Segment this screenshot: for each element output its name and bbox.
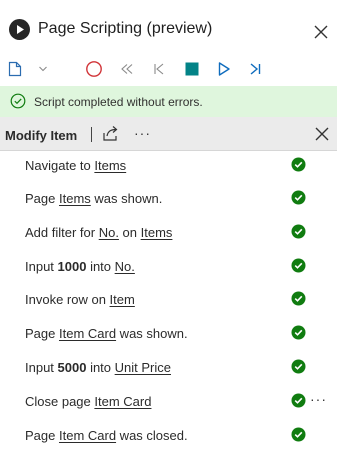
- step-row[interactable]: Input 1000 into No.: [0, 252, 337, 285]
- success-check-icon: [291, 258, 306, 273]
- step-text: was shown.: [90, 191, 163, 206]
- step-text: Page: [25, 326, 59, 341]
- step-description: Close page Item Card: [25, 394, 151, 409]
- step-description: Add filter for No. on Items: [25, 225, 172, 240]
- step-link[interactable]: Item: [110, 292, 135, 307]
- success-check-icon: [291, 325, 306, 340]
- step-row[interactable]: Page Item Card was shown.: [0, 319, 337, 352]
- title-bar: Page Scripting (preview): [0, 0, 337, 50]
- step-link[interactable]: No.: [115, 259, 135, 274]
- new-document-icon[interactable]: [4, 56, 26, 82]
- step-text: was shown.: [116, 326, 188, 341]
- share-icon[interactable]: [101, 125, 121, 143]
- step-link[interactable]: Item Card: [94, 394, 151, 409]
- more-options-icon[interactable]: ···: [134, 125, 156, 141]
- status-text: Script completed without errors.: [34, 95, 203, 109]
- step-value: 1000: [57, 259, 87, 274]
- chevron-down-icon[interactable]: [34, 56, 52, 82]
- step-row[interactable]: Page Item Card was closed.: [0, 421, 337, 451]
- step-text: Invoke row on: [25, 292, 110, 307]
- step-row[interactable]: Page Items was shown.: [0, 184, 337, 217]
- step-forward-icon[interactable]: [244, 56, 266, 82]
- play-logo-icon: [9, 19, 30, 40]
- step-link[interactable]: Item Card: [59, 326, 116, 341]
- step-row[interactable]: Add filter for No. on Items: [0, 218, 337, 251]
- divider: [91, 127, 92, 142]
- step-description: Input 5000 into Unit Price: [25, 360, 171, 375]
- step-row[interactable]: Navigate to Items: [0, 151, 337, 184]
- step-description: Page Items was shown.: [25, 191, 162, 206]
- step-link[interactable]: Items: [94, 158, 126, 173]
- step-text: Input: [25, 360, 58, 375]
- script-name[interactable]: Modify Item: [5, 128, 77, 143]
- step-description: Page Item Card was closed.: [25, 428, 188, 443]
- success-check-icon: [291, 427, 306, 442]
- step-description: Navigate to Items: [25, 158, 126, 173]
- success-check-icon: [291, 224, 306, 239]
- step-text: Close page: [25, 394, 95, 409]
- check-circle-icon: [10, 93, 26, 114]
- close-panel-button[interactable]: [313, 24, 329, 40]
- record-icon[interactable]: [83, 56, 105, 82]
- step-text: on: [118, 225, 141, 240]
- success-check-icon: [291, 393, 306, 408]
- success-check-icon: [291, 190, 306, 205]
- rewind-icon[interactable]: [116, 56, 138, 82]
- success-check-icon: [291, 291, 306, 306]
- stop-icon[interactable]: [181, 56, 203, 82]
- step-more-icon[interactable]: ···: [310, 391, 327, 407]
- step-text: Page: [25, 428, 59, 443]
- step-text: Input: [25, 259, 58, 274]
- step-link[interactable]: Items: [59, 191, 91, 206]
- step-link[interactable]: No.: [99, 225, 119, 240]
- step-description: Invoke row on Item: [25, 292, 135, 307]
- step-description: Input 1000 into No.: [25, 259, 135, 274]
- step-back-icon[interactable]: [148, 56, 170, 82]
- status-message-bar: Script completed without errors.: [0, 86, 337, 117]
- step-text: was closed.: [116, 428, 188, 443]
- step-text: into: [86, 259, 115, 274]
- close-script-button[interactable]: [314, 126, 330, 142]
- success-check-icon: [291, 157, 306, 172]
- play-icon[interactable]: [213, 56, 235, 82]
- step-row[interactable]: Invoke row on Item: [0, 285, 337, 318]
- step-row[interactable]: Input 5000 into Unit Price: [0, 353, 337, 386]
- step-value: 5000: [57, 360, 87, 375]
- success-check-icon: [291, 359, 306, 374]
- step-text: Page: [25, 191, 59, 206]
- step-text: into: [86, 360, 115, 375]
- step-text: Add filter for: [25, 225, 99, 240]
- script-header: Modify Item ···: [0, 117, 337, 151]
- step-text: Navigate to: [25, 158, 95, 173]
- step-description: Page Item Card was shown.: [25, 326, 188, 341]
- step-row[interactable]: Close page Item Card ···: [0, 387, 337, 420]
- step-link[interactable]: Items: [141, 225, 173, 240]
- recording-toolbar: [0, 56, 337, 84]
- step-link[interactable]: Item Card: [59, 428, 116, 443]
- panel-title: Page Scripting (preview): [38, 20, 213, 37]
- step-link[interactable]: Unit Price: [115, 360, 171, 375]
